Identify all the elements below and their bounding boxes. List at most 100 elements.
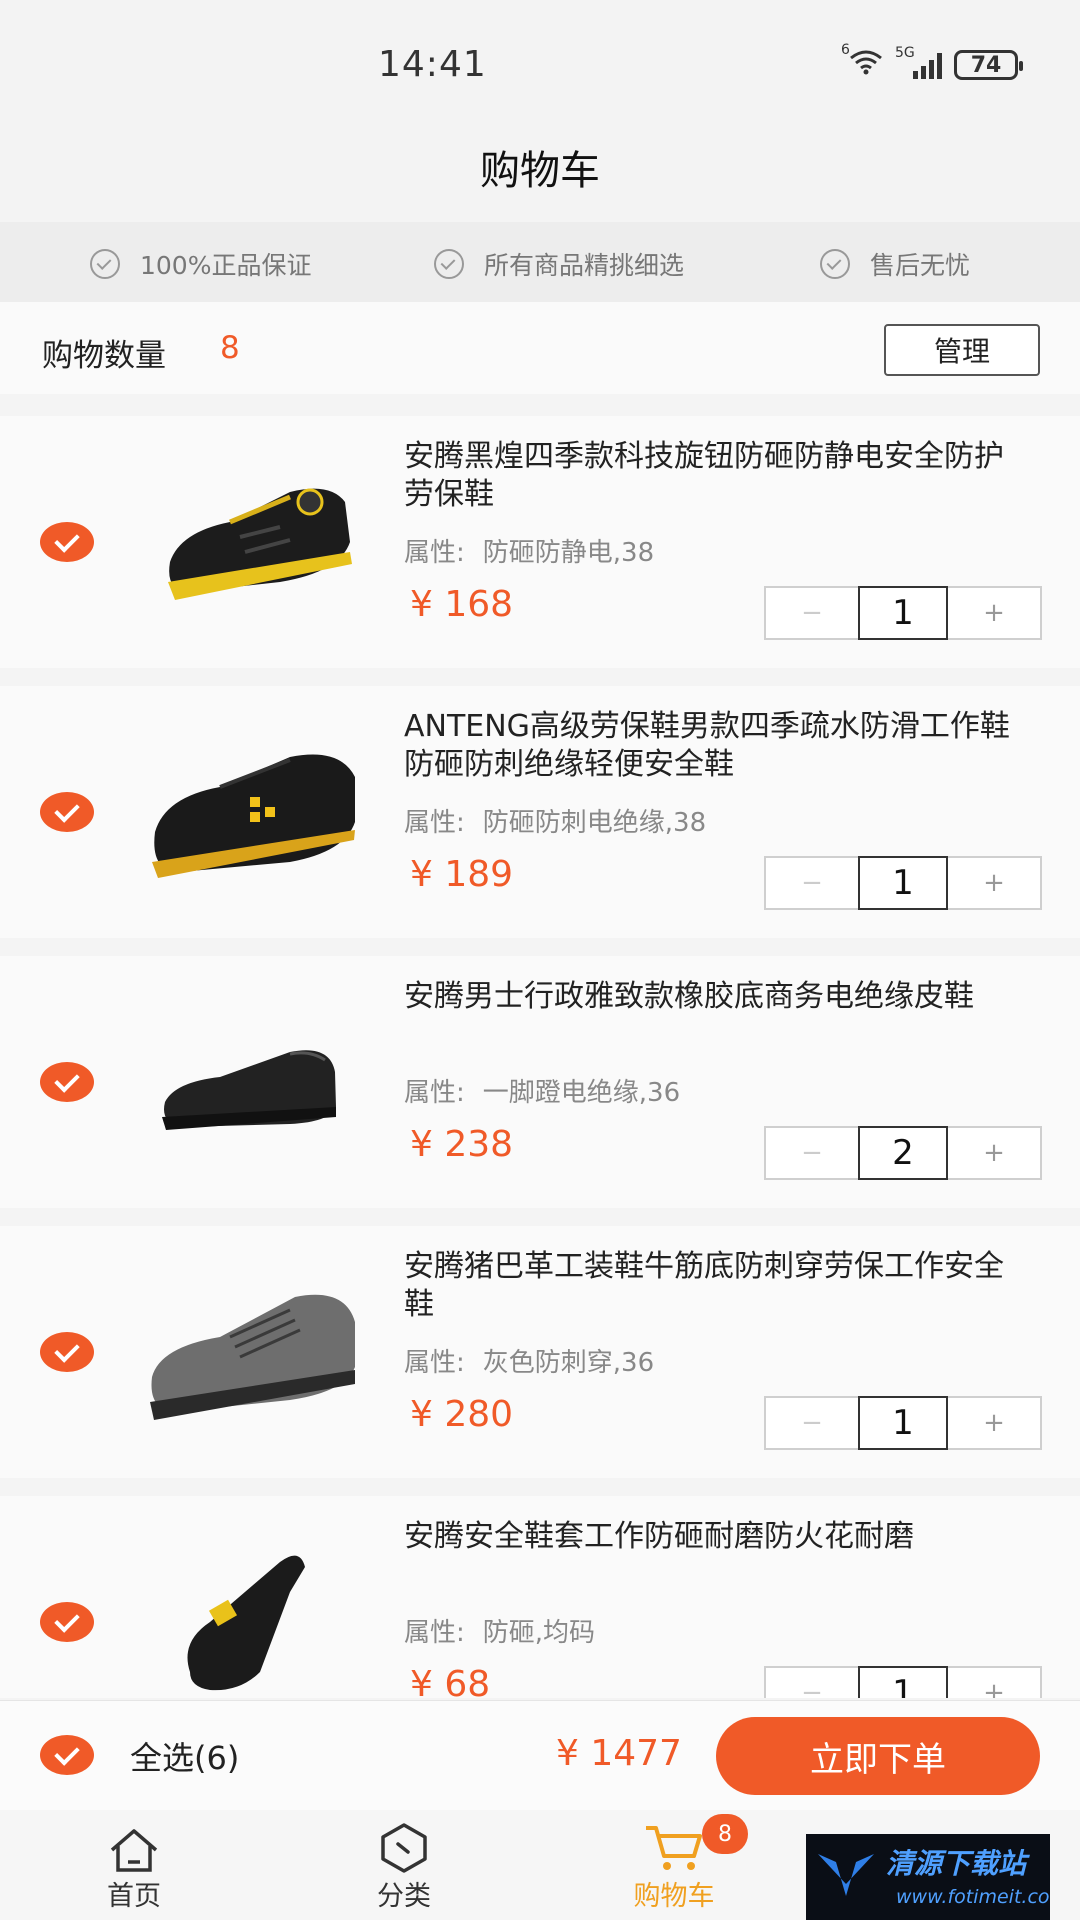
product-image	[187, 1555, 305, 1691]
tab-home[interactable]: 首页	[44, 1810, 224, 1920]
cart-item: ANTENG高级劳保鞋男款四季疏水防滑工作鞋防砸防刺绝缘轻便安全鞋 属性: 防砸防…	[0, 686, 1080, 938]
increase-button[interactable]: +	[948, 588, 1040, 638]
attribute-key: 属性:	[404, 1078, 465, 1108]
watermark: 清源下载站 www.fotimeit.com	[806, 1834, 1050, 1920]
top-area: 14:41 6 5G 74 购物车	[0, 0, 1080, 220]
item-price: ¥ 189	[410, 854, 514, 895]
increase-button[interactable]: +	[948, 1398, 1040, 1448]
wifi-label: 6	[841, 41, 850, 58]
category-icon	[381, 1823, 427, 1873]
quantity-value[interactable]: 1	[858, 1396, 948, 1450]
item-title[interactable]: 安腾黑煌四季款科技旋钮防砸防静电安全防护劳保鞋	[404, 438, 1024, 514]
guarantee-authentic: 100%正品保证	[90, 246, 311, 282]
cart-item: 安腾黑煌四季款科技旋钮防砸防静电安全防护劳保鞋 属性: 防砸防静电,38 ¥ 16…	[0, 416, 1080, 668]
decrease-button[interactable]: −	[766, 1668, 858, 1698]
cart-summary-bar: 购物数量 8 管理	[0, 302, 1080, 394]
item-price: ¥ 238	[410, 1124, 514, 1165]
quantity-stepper: − 1 +	[764, 586, 1042, 640]
decrease-button[interactable]: −	[766, 588, 858, 638]
attribute-value: 防砸,均码	[482, 1618, 596, 1648]
page-title: 购物车	[480, 148, 600, 194]
wifi-icon: 6	[841, 42, 883, 83]
guarantee-label: 售后无忧	[870, 251, 971, 280]
attribute-key: 属性:	[404, 808, 465, 838]
quantity-stepper: − 1 +	[764, 856, 1042, 910]
attribute-key: 属性:	[404, 538, 465, 568]
cart-item: 安腾男士行政雅致款橡胶底商务电绝缘皮鞋 属性: 一脚蹬电绝缘,36 ¥ 238 −…	[0, 956, 1080, 1208]
guarantee-bar: 100%正品保证 所有商品精挑细选 售后无忧	[0, 222, 1080, 302]
item-checkbox[interactable]	[40, 792, 94, 832]
item-attribute: 属性: 防砸防静电,38	[404, 532, 654, 569]
item-title[interactable]: 安腾安全鞋套工作防砸耐磨防火花耐磨	[404, 1518, 1024, 1556]
attribute-key: 属性:	[404, 1618, 465, 1648]
item-price: ¥ 280	[410, 1394, 514, 1435]
decrease-button[interactable]: −	[766, 1128, 858, 1178]
tab-cart[interactable]: 8 购物车	[584, 1810, 764, 1920]
quantity-value[interactable]: 2	[858, 1126, 948, 1180]
item-price: ¥ 168	[410, 584, 514, 625]
tab-category[interactable]: 分类	[314, 1810, 494, 1920]
item-attribute: 属性: 灰色防刺穿,36	[404, 1342, 654, 1379]
increase-button[interactable]: +	[948, 858, 1040, 908]
decrease-button[interactable]: −	[766, 1398, 858, 1448]
increase-button[interactable]: +	[948, 1668, 1040, 1698]
attribute-value: 灰色防刺穿,36	[482, 1348, 655, 1378]
quantity-stepper: − 1 +	[764, 1396, 1042, 1450]
place-order-button[interactable]: 立即下单	[716, 1717, 1040, 1795]
attribute-key: 属性:	[404, 1348, 465, 1378]
item-attribute: 属性: 防砸防刺电绝缘,38	[404, 802, 706, 839]
guarantee-aftersales: 售后无忧	[820, 246, 970, 282]
quantity-value[interactable]: 1	[858, 1666, 948, 1698]
attribute-value: 防砸防静电,38	[482, 538, 655, 568]
cart-badge: 8	[702, 1814, 748, 1854]
item-checkbox[interactable]	[40, 522, 94, 562]
status-icons: 6 5G 74	[841, 42, 1023, 83]
product-image	[150, 1294, 355, 1420]
attribute-value: 一脚蹬电绝缘,36	[482, 1078, 681, 1108]
guarantee-label: 所有商品精挑细选	[484, 251, 685, 280]
product-image	[152, 754, 355, 878]
quantity-stepper: − 1 +	[764, 1666, 1042, 1698]
cart-count-label: 购物数量	[42, 338, 166, 374]
check-circle-icon	[820, 249, 850, 279]
tab-label: 购物车	[633, 1881, 715, 1912]
item-attribute: 属性: 一脚蹬电绝缘,36	[404, 1072, 680, 1109]
item-checkbox[interactable]	[40, 1062, 94, 1102]
manage-button[interactable]: 管理	[884, 324, 1040, 376]
quantity-value[interactable]: 1	[858, 856, 948, 910]
select-all-label[interactable]: 全选(6)	[130, 1733, 239, 1779]
guarantee-label: 100%正品保证	[140, 251, 312, 280]
quantity-value[interactable]: 1	[858, 586, 948, 640]
network-label: 5G	[895, 45, 915, 61]
item-attribute: 属性: 防砸,均码	[404, 1612, 595, 1649]
quantity-stepper: − 2 +	[764, 1126, 1042, 1180]
watermark-url: www.fotimeit.com	[896, 1886, 1050, 1908]
item-title[interactable]: 安腾猪巴革工装鞋牛筋底防刺穿劳保工作安全鞋	[404, 1248, 1024, 1324]
watermark-title: 清源下载站	[886, 1847, 1027, 1880]
status-time: 14:41	[378, 44, 487, 85]
cart-item-list[interactable]: 安腾黑煌四季款科技旋钮防砸防静电安全防护劳保鞋 属性: 防砸防静电,38 ¥ 16…	[0, 416, 1080, 1698]
cart-icon	[646, 1826, 702, 1870]
decrease-button[interactable]: −	[766, 858, 858, 908]
item-title[interactable]: 安腾男士行政雅致款橡胶底商务电绝缘皮鞋	[404, 978, 1024, 1016]
product-image	[162, 1050, 336, 1130]
tab-label: 分类	[377, 1881, 431, 1912]
status-bar: 14:41 6 5G 74	[0, 0, 1080, 130]
increase-button[interactable]: +	[948, 1128, 1040, 1178]
checkout-bar: 全选(6) ¥ 1477 立即下单	[0, 1700, 1080, 1810]
item-checkbox[interactable]	[40, 1602, 94, 1642]
check-circle-icon	[90, 249, 120, 279]
battery-icon: 74	[954, 50, 1023, 80]
watermark-logo-icon	[818, 1854, 874, 1896]
attribute-value: 防砸防刺电绝缘,38	[482, 808, 707, 838]
select-all-checkbox[interactable]	[40, 1735, 94, 1775]
tab-label: 首页	[107, 1881, 161, 1912]
check-circle-icon	[434, 249, 464, 279]
guarantee-selected: 所有商品精挑细选	[434, 246, 684, 282]
item-checkbox[interactable]	[40, 1332, 94, 1372]
item-title[interactable]: ANTENG高级劳保鞋男款四季疏水防滑工作鞋防砸防刺绝缘轻便安全鞋	[404, 708, 1024, 784]
item-price: ¥ 68	[410, 1664, 491, 1698]
home-icon	[110, 1829, 158, 1872]
cart-count: 8	[220, 330, 240, 366]
product-image	[168, 488, 352, 600]
